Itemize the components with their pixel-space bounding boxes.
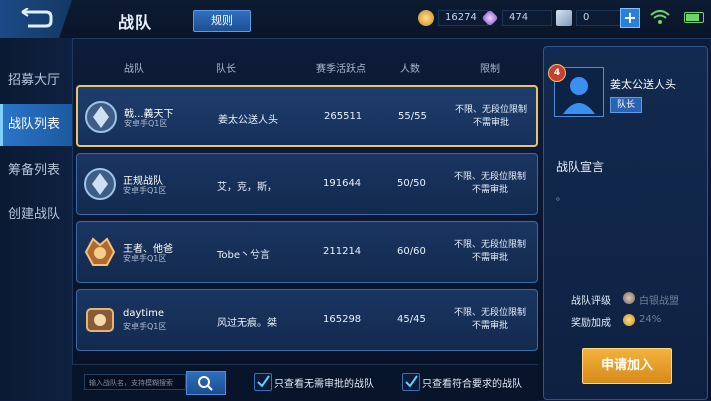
sidebar-item-create-team[interactable]: 创建战队 <box>0 194 72 236</box>
team-restriction: 不限、无段位限制 不需审批 <box>454 105 527 128</box>
add-currency-button[interactable]: + <box>620 8 640 28</box>
search-button[interactable] <box>186 371 226 395</box>
filter-eligible-label: 只查看符合要求的战队 <box>422 379 522 390</box>
bonus-label: 奖励加成 <box>571 318 611 329</box>
team-server: 安卓手Q1区 <box>124 119 168 128</box>
column-header-restriction: 限制 <box>480 64 500 75</box>
checkmark-icon <box>257 375 270 388</box>
leader-name: 姜太公送人头 <box>610 78 676 91</box>
team-activity: 211214 <box>323 246 362 257</box>
team-captain: 艾，克，斯， <box>217 182 277 193</box>
team-row[interactable]: 正规战队 安卓手Q1区 艾，克，斯， 191644 50/50 不限、无段位限制… <box>76 153 538 215</box>
sidebar-item-team-list[interactable]: 战队列表 <box>0 104 72 146</box>
team-emblem-icon <box>86 308 114 332</box>
sidebar-item-recruit-hall[interactable]: 招募大厅 <box>0 60 72 102</box>
team-restriction: 不限、无段位限制 不需审批 <box>453 308 526 331</box>
filter-eligible-checkbox[interactable] <box>402 373 420 391</box>
column-header-activity: 赛季活跃点 <box>316 64 366 75</box>
gold-counter: 16274 <box>418 9 488 27</box>
team-restriction: 不限、无段位限制 不需审批 <box>453 172 526 195</box>
gold-coin-icon <box>623 314 635 326</box>
gold-coin-icon <box>418 10 434 26</box>
team-emblem-icon <box>84 168 116 200</box>
team-row[interactable]: daytime 安卓手Q1区 风过无痕。桀 165298 45/45 不限、无段… <box>76 289 538 351</box>
declaration-title: 战队宣言 <box>556 160 605 174</box>
team-members: 60/60 <box>397 246 426 257</box>
team-activity: 265511 <box>324 111 363 122</box>
team-members: 45/45 <box>397 314 426 325</box>
back-arrow-icon <box>21 8 53 28</box>
team-restriction: 不限、无段位限制 不需审批 <box>453 240 526 263</box>
filter-no-approval-checkbox[interactable] <box>254 373 272 391</box>
column-header-members: 人数 <box>400 64 420 75</box>
team-row[interactable]: 戟...義天下 安卓手Q1区 姜太公送人头 265511 55/55 不限、无段… <box>76 85 538 147</box>
captain-tag: 队长 <box>610 97 642 113</box>
team-name: daytime <box>123 308 164 319</box>
team-server: 安卓手Q1区 <box>123 186 167 195</box>
battery-icon <box>684 12 704 23</box>
team-captain: Tobe丶兮言 <box>217 250 271 261</box>
page-title: 战队 <box>118 13 153 32</box>
column-header-team: 战队 <box>124 64 144 75</box>
sidebar-item-prep-list[interactable]: 筹备列表 <box>0 150 72 192</box>
diamond-counter: 474 <box>481 9 552 27</box>
column-header-captain: 队长 <box>216 64 236 75</box>
apply-join-button[interactable]: 申请加入 <box>582 348 672 384</box>
rules-button[interactable]: 规则 <box>193 10 251 32</box>
declaration-text: 。 <box>556 192 566 203</box>
search-input[interactable]: 输入战队名，支持模糊搜索 <box>84 374 186 390</box>
rating-value: 白银战盟 <box>639 296 679 307</box>
team-server: 安卓手Q1区 <box>123 254 167 263</box>
team-activity: 191644 <box>323 178 362 189</box>
team-captain: 风过无痕。桀 <box>217 318 277 329</box>
team-emblem-icon <box>84 237 116 266</box>
team-members: 55/55 <box>398 111 427 122</box>
diamond-icon <box>481 9 499 27</box>
level-badge: 4 <box>548 64 566 82</box>
team-row[interactable]: 王者、他爸 安卓手Q1区 Tobe丶兮言 211214 60/60 不限、无段位… <box>76 221 538 283</box>
rating-badge-icon <box>623 292 635 304</box>
team-server: 安卓手Q1区 <box>123 322 167 331</box>
voucher-counter: 0 <box>556 9 626 27</box>
team-members: 50/50 <box>397 178 426 189</box>
team-captain: 姜太公送人头 <box>218 115 278 126</box>
team-emblem-icon <box>85 101 117 133</box>
checkmark-icon <box>405 375 418 388</box>
bonus-value: 24% <box>639 314 662 325</box>
voucher-icon <box>556 10 572 26</box>
filter-no-approval-label: 只查看无需审批的战队 <box>274 379 374 390</box>
team-activity: 165298 <box>323 314 362 325</box>
search-icon <box>198 376 213 391</box>
wifi-icon <box>650 10 670 24</box>
rating-label: 战队评级 <box>571 296 611 307</box>
